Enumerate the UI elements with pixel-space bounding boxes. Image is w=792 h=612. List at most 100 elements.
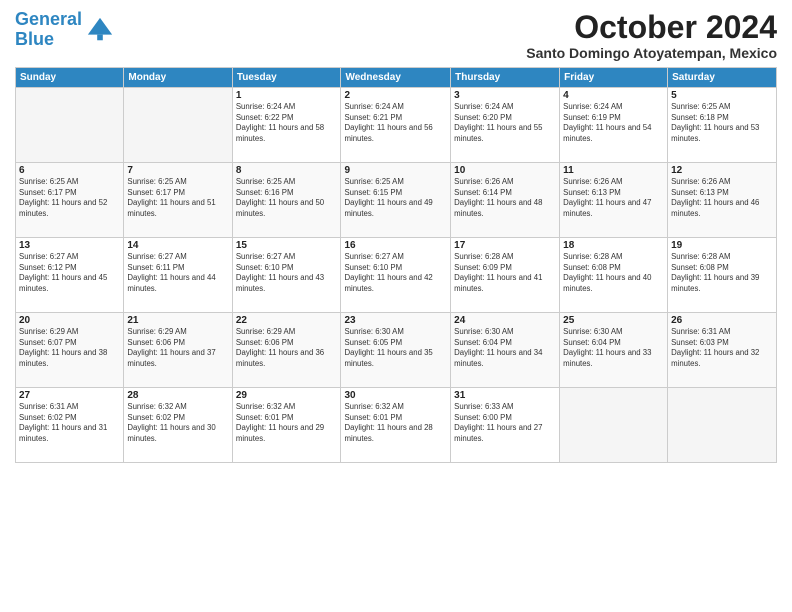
day-info: Sunrise: 6:29 AMSunset: 6:06 PMDaylight:… (127, 327, 228, 369)
day-info: Sunrise: 6:30 AMSunset: 6:04 PMDaylight:… (454, 327, 556, 369)
day-info: Sunrise: 6:26 AMSunset: 6:13 PMDaylight:… (671, 177, 773, 219)
logo: General Blue (15, 10, 114, 50)
col-tuesday: Tuesday (232, 68, 341, 88)
day-number: 8 (236, 165, 338, 176)
day-info: Sunrise: 6:26 AMSunset: 6:14 PMDaylight:… (454, 177, 556, 219)
location-title: Santo Domingo Atoyatempan, Mexico (526, 45, 777, 61)
logo-line1: General (15, 9, 82, 29)
calendar-week-row: 13Sunrise: 6:27 AMSunset: 6:12 PMDayligh… (16, 238, 777, 313)
day-number: 19 (671, 240, 773, 251)
table-row: 17Sunrise: 6:28 AMSunset: 6:09 PMDayligh… (451, 238, 560, 313)
day-number: 14 (127, 240, 228, 251)
day-info: Sunrise: 6:31 AMSunset: 6:02 PMDaylight:… (19, 402, 120, 444)
table-row: 7Sunrise: 6:25 AMSunset: 6:17 PMDaylight… (124, 163, 232, 238)
day-info: Sunrise: 6:27 AMSunset: 6:12 PMDaylight:… (19, 252, 120, 294)
table-row: 3Sunrise: 6:24 AMSunset: 6:20 PMDaylight… (451, 88, 560, 163)
day-number: 4 (563, 90, 664, 101)
day-info: Sunrise: 6:24 AMSunset: 6:22 PMDaylight:… (236, 102, 338, 144)
day-number: 9 (344, 165, 447, 176)
day-number: 18 (563, 240, 664, 251)
table-row: 20Sunrise: 6:29 AMSunset: 6:07 PMDayligh… (16, 313, 124, 388)
table-row (560, 388, 668, 463)
calendar-week-row: 27Sunrise: 6:31 AMSunset: 6:02 PMDayligh… (16, 388, 777, 463)
day-number: 10 (454, 165, 556, 176)
day-number: 17 (454, 240, 556, 251)
logo-icon (86, 16, 114, 44)
table-row: 4Sunrise: 6:24 AMSunset: 6:19 PMDaylight… (560, 88, 668, 163)
table-row: 11Sunrise: 6:26 AMSunset: 6:13 PMDayligh… (560, 163, 668, 238)
day-number: 5 (671, 90, 773, 101)
day-info: Sunrise: 6:32 AMSunset: 6:02 PMDaylight:… (127, 402, 228, 444)
day-number: 20 (19, 315, 120, 326)
day-info: Sunrise: 6:24 AMSunset: 6:19 PMDaylight:… (563, 102, 664, 144)
day-number: 26 (671, 315, 773, 326)
table-row: 5Sunrise: 6:25 AMSunset: 6:18 PMDaylight… (668, 88, 777, 163)
calendar-week-row: 6Sunrise: 6:25 AMSunset: 6:17 PMDaylight… (16, 163, 777, 238)
day-number: 29 (236, 390, 338, 401)
day-number: 30 (344, 390, 447, 401)
calendar-week-row: 20Sunrise: 6:29 AMSunset: 6:07 PMDayligh… (16, 313, 777, 388)
day-info: Sunrise: 6:25 AMSunset: 6:15 PMDaylight:… (344, 177, 447, 219)
table-row: 23Sunrise: 6:30 AMSunset: 6:05 PMDayligh… (341, 313, 451, 388)
day-info: Sunrise: 6:30 AMSunset: 6:04 PMDaylight:… (563, 327, 664, 369)
day-number: 27 (19, 390, 120, 401)
day-info: Sunrise: 6:32 AMSunset: 6:01 PMDaylight:… (236, 402, 338, 444)
day-info: Sunrise: 6:24 AMSunset: 6:21 PMDaylight:… (344, 102, 447, 144)
month-title: October 2024 (526, 10, 777, 45)
table-row: 18Sunrise: 6:28 AMSunset: 6:08 PMDayligh… (560, 238, 668, 313)
table-row: 21Sunrise: 6:29 AMSunset: 6:06 PMDayligh… (124, 313, 232, 388)
col-friday: Friday (560, 68, 668, 88)
day-info: Sunrise: 6:31 AMSunset: 6:03 PMDaylight:… (671, 327, 773, 369)
day-number: 2 (344, 90, 447, 101)
day-number: 22 (236, 315, 338, 326)
day-info: Sunrise: 6:27 AMSunset: 6:11 PMDaylight:… (127, 252, 228, 294)
table-row: 27Sunrise: 6:31 AMSunset: 6:02 PMDayligh… (16, 388, 124, 463)
day-info: Sunrise: 6:27 AMSunset: 6:10 PMDaylight:… (344, 252, 447, 294)
day-number: 6 (19, 165, 120, 176)
table-row: 2Sunrise: 6:24 AMSunset: 6:21 PMDaylight… (341, 88, 451, 163)
day-number: 28 (127, 390, 228, 401)
calendar-week-row: 1Sunrise: 6:24 AMSunset: 6:22 PMDaylight… (16, 88, 777, 163)
table-row: 22Sunrise: 6:29 AMSunset: 6:06 PMDayligh… (232, 313, 341, 388)
day-info: Sunrise: 6:25 AMSunset: 6:16 PMDaylight:… (236, 177, 338, 219)
day-info: Sunrise: 6:28 AMSunset: 6:08 PMDaylight:… (563, 252, 664, 294)
logo-line2: Blue (15, 29, 54, 49)
table-row: 28Sunrise: 6:32 AMSunset: 6:02 PMDayligh… (124, 388, 232, 463)
calendar-header-row: Sunday Monday Tuesday Wednesday Thursday… (16, 68, 777, 88)
table-row (124, 88, 232, 163)
table-row: 12Sunrise: 6:26 AMSunset: 6:13 PMDayligh… (668, 163, 777, 238)
table-row: 13Sunrise: 6:27 AMSunset: 6:12 PMDayligh… (16, 238, 124, 313)
table-row: 9Sunrise: 6:25 AMSunset: 6:15 PMDaylight… (341, 163, 451, 238)
day-info: Sunrise: 6:28 AMSunset: 6:08 PMDaylight:… (671, 252, 773, 294)
table-row (668, 388, 777, 463)
day-info: Sunrise: 6:29 AMSunset: 6:07 PMDaylight:… (19, 327, 120, 369)
day-number: 12 (671, 165, 773, 176)
col-monday: Monday (124, 68, 232, 88)
col-sunday: Sunday (16, 68, 124, 88)
table-row: 30Sunrise: 6:32 AMSunset: 6:01 PMDayligh… (341, 388, 451, 463)
page: General Blue October 2024 Santo Domingo … (0, 0, 792, 612)
day-info: Sunrise: 6:32 AMSunset: 6:01 PMDaylight:… (344, 402, 447, 444)
day-info: Sunrise: 6:26 AMSunset: 6:13 PMDaylight:… (563, 177, 664, 219)
day-info: Sunrise: 6:28 AMSunset: 6:09 PMDaylight:… (454, 252, 556, 294)
table-row (16, 88, 124, 163)
day-info: Sunrise: 6:25 AMSunset: 6:17 PMDaylight:… (127, 177, 228, 219)
table-row: 16Sunrise: 6:27 AMSunset: 6:10 PMDayligh… (341, 238, 451, 313)
day-info: Sunrise: 6:30 AMSunset: 6:05 PMDaylight:… (344, 327, 447, 369)
day-number: 24 (454, 315, 556, 326)
table-row: 29Sunrise: 6:32 AMSunset: 6:01 PMDayligh… (232, 388, 341, 463)
table-row: 8Sunrise: 6:25 AMSunset: 6:16 PMDaylight… (232, 163, 341, 238)
day-number: 25 (563, 315, 664, 326)
col-saturday: Saturday (668, 68, 777, 88)
day-number: 1 (236, 90, 338, 101)
table-row: 26Sunrise: 6:31 AMSunset: 6:03 PMDayligh… (668, 313, 777, 388)
col-wednesday: Wednesday (341, 68, 451, 88)
day-number: 31 (454, 390, 556, 401)
day-info: Sunrise: 6:25 AMSunset: 6:18 PMDaylight:… (671, 102, 773, 144)
table-row: 24Sunrise: 6:30 AMSunset: 6:04 PMDayligh… (451, 313, 560, 388)
table-row: 31Sunrise: 6:33 AMSunset: 6:00 PMDayligh… (451, 388, 560, 463)
day-info: Sunrise: 6:24 AMSunset: 6:20 PMDaylight:… (454, 102, 556, 144)
day-info: Sunrise: 6:25 AMSunset: 6:17 PMDaylight:… (19, 177, 120, 219)
day-number: 21 (127, 315, 228, 326)
table-row: 14Sunrise: 6:27 AMSunset: 6:11 PMDayligh… (124, 238, 232, 313)
